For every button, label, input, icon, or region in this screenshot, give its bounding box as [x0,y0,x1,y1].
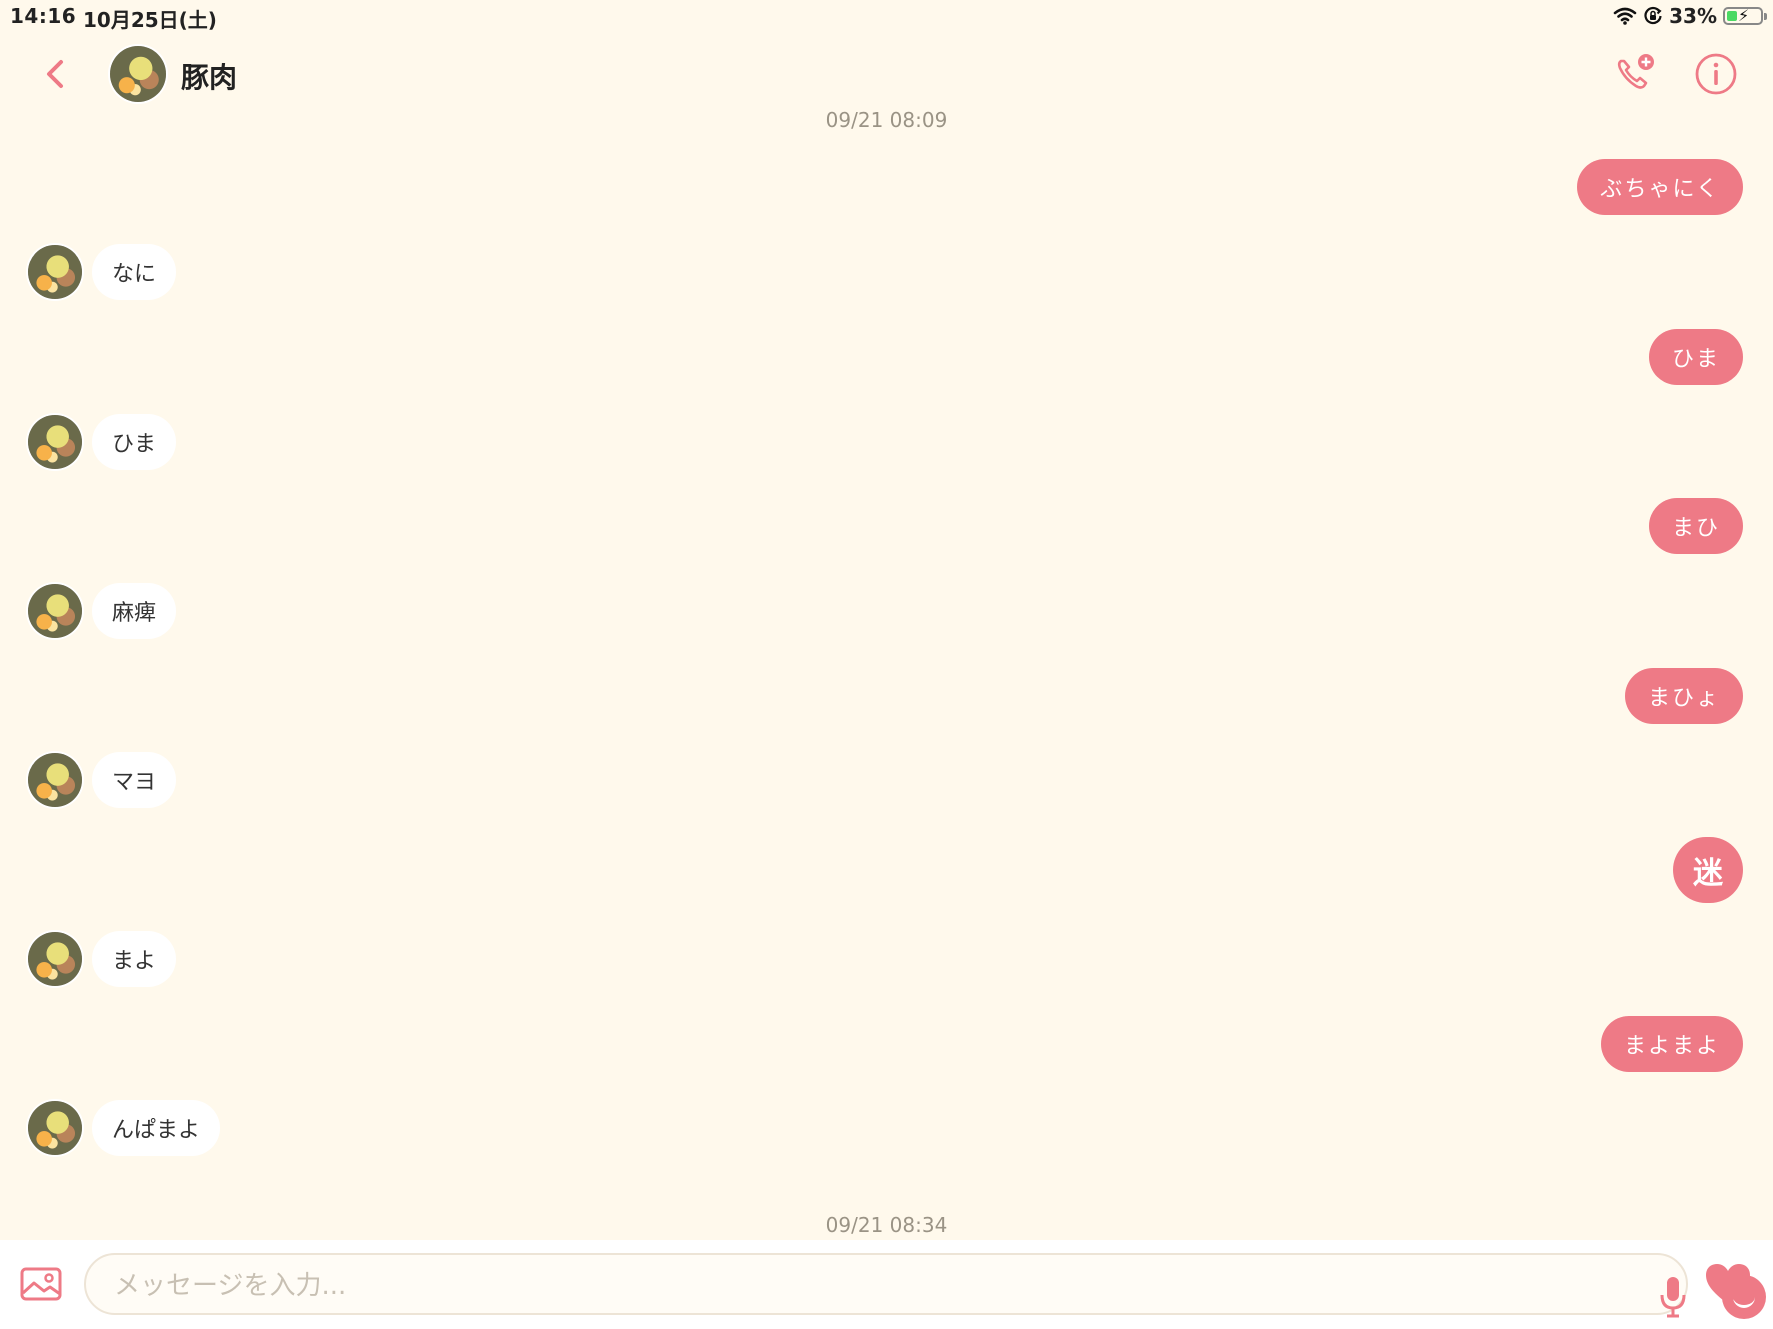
outgoing-message[interactable]: まひ [1648,498,1743,554]
status-time: 14:16 [10,4,77,28]
message-timestamp: 09/21 08:34 [825,1213,948,1237]
sender-avatar[interactable] [28,753,82,807]
message-timestamp: 09/21 08:09 [825,108,948,132]
sender-avatar[interactable] [28,245,82,299]
orientation-lock-icon [1644,6,1662,25]
incoming-message-row: なに [28,244,177,300]
outgoing-message[interactable]: ぶちゃにく [1577,159,1743,215]
incoming-message[interactable]: なに [92,244,177,300]
outgoing-message[interactable]: まひょ [1624,668,1743,724]
info-icon[interactable] [1693,51,1739,97]
sender-avatar[interactable] [28,584,82,638]
wifi-icon [1613,7,1637,25]
incoming-message[interactable]: まよ [92,931,177,987]
sender-avatar[interactable] [28,415,82,469]
battery-percent: 33% [1669,4,1717,28]
incoming-message[interactable]: んぱまよ [92,1100,221,1156]
call-add-icon[interactable] [1612,51,1658,97]
microphone-icon[interactable] [1658,1275,1688,1319]
outgoing-message[interactable]: ひま [1648,329,1743,385]
incoming-message-row: マヨ [28,752,177,808]
contact-name: 豚肉 [181,61,238,94]
incoming-message[interactable]: 麻痺 [92,583,177,639]
heart-icon[interactable] [1704,1262,1752,1306]
incoming-message-row: まよ [28,931,177,987]
outgoing-message[interactable]: 迷 [1673,837,1743,903]
image-attach-icon[interactable] [20,1266,62,1302]
battery-icon: ⚡ [1723,6,1767,25]
chat-header: 豚肉 [0,38,1773,108]
status-date: 10月25日(土) [83,8,217,32]
sender-avatar[interactable] [28,932,82,986]
incoming-message-row: 麻痺 [28,583,177,639]
message-field [84,1253,1766,1319]
message-input[interactable] [112,1265,1516,1307]
sender-avatar[interactable] [28,1101,82,1155]
incoming-message-row: んぱまよ [28,1100,221,1156]
contact-avatar[interactable] [110,46,166,102]
status-bar: 14:16 10月25日(土) 33% ⚡ [0,0,1773,34]
incoming-message-row: ひま [28,414,177,470]
incoming-message[interactable]: ひま [92,414,177,470]
outgoing-message[interactable]: まよまよ [1600,1016,1743,1072]
incoming-message[interactable]: マヨ [92,752,177,808]
message-input-bar [0,1240,1773,1329]
back-chevron-icon[interactable] [38,56,74,92]
status-right: 33% ⚡ [1613,4,1767,28]
